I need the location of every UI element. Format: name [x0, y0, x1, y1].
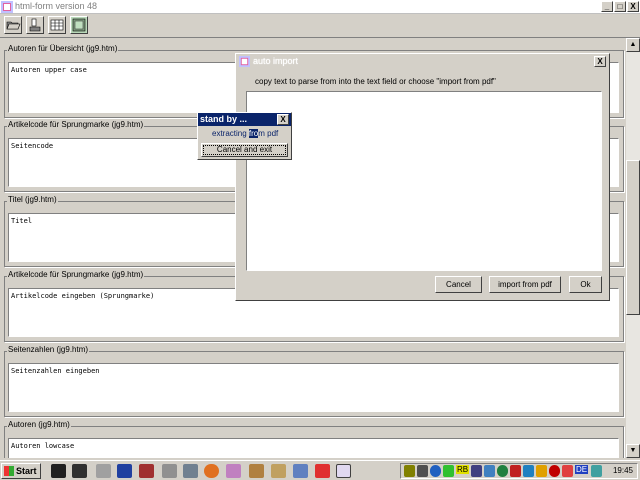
- app-icon[interactable]: [249, 464, 264, 478]
- console-icon[interactable]: [72, 464, 87, 478]
- field-label: Autoren für Übersicht (jg9.htm): [7, 44, 119, 53]
- tray-app-icon[interactable]: [536, 465, 547, 477]
- ok-button[interactable]: Ok: [569, 276, 602, 293]
- app-icon: [1, 1, 13, 13]
- firefox-icon[interactable]: [204, 464, 219, 478]
- standby-title: stand by ...: [200, 114, 248, 124]
- field-label: Artikelcode für Sprungmarke (jg9.htm): [7, 270, 145, 279]
- status-icon[interactable]: [443, 465, 454, 477]
- status-text-part: extracting: [212, 129, 249, 138]
- minimize-button[interactable]: _: [601, 1, 613, 12]
- app-icon[interactable]: [315, 464, 330, 478]
- export-icon[interactable]: [26, 16, 44, 34]
- text-area[interactable]: Seitenzahlen eingeben: [8, 363, 619, 412]
- table-icon[interactable]: [48, 16, 66, 34]
- start-button[interactable]: Start: [1, 463, 41, 479]
- app-icon[interactable]: [271, 464, 286, 478]
- tray-app-icon[interactable]: [549, 465, 560, 477]
- close-icon[interactable]: X: [594, 56, 606, 67]
- status-text-part: m pdf: [258, 129, 279, 138]
- cancel-and-exit-button[interactable]: Cancel and exit: [201, 143, 288, 157]
- field-label: Seitenzahlen (jg9.htm): [7, 345, 90, 354]
- scroll-up-icon[interactable]: ▲: [626, 38, 640, 52]
- tray-app-icon[interactable]: [417, 465, 428, 477]
- field-group: Autoren (jg9.htm) Autoren lowcase: [4, 420, 624, 458]
- text-area[interactable]: Autoren lowcase: [8, 438, 619, 458]
- tray-app-icon[interactable]: [510, 465, 521, 477]
- app-icon[interactable]: [183, 464, 198, 478]
- import-text-field[interactable]: [246, 91, 602, 271]
- toolbar: [0, 14, 640, 38]
- auto-import-message: copy text to parse from into the text fi…: [255, 77, 496, 86]
- tools-icon[interactable]: [162, 464, 177, 478]
- tray-app-icon[interactable]: [523, 465, 534, 477]
- field-group: Seitenzahlen (jg9.htm) Seitenzahlen eing…: [4, 345, 624, 417]
- standby-dialog: stand by ... X extracting from pdf Cance…: [197, 112, 292, 160]
- tray-label[interactable]: RB: [456, 465, 470, 474]
- scroll-thumb[interactable]: [626, 160, 640, 315]
- window-title-bar[interactable]: html-form version 48 _ □ X: [0, 0, 640, 14]
- tray-app-icon[interactable]: [562, 465, 573, 477]
- field-label: Artikelcode für Sprungmarke (jg9.htm): [7, 120, 145, 129]
- auto-import-title-bar[interactable]: auto import X: [236, 54, 609, 69]
- open-folder-icon[interactable]: [4, 16, 22, 34]
- close-button[interactable]: X: [627, 1, 639, 12]
- globe-icon[interactable]: [430, 465, 441, 477]
- html-form-icon[interactable]: [226, 464, 241, 478]
- clock: 19:45: [612, 466, 633, 475]
- system-tray: RB DE 19:45: [400, 463, 638, 479]
- status-text-selection: fro: [248, 129, 259, 138]
- windows-logo-icon: [4, 466, 14, 476]
- vertical-scrollbar[interactable]: ▲ ▼: [626, 38, 640, 458]
- field-label: Titel (jg9.htm): [7, 195, 58, 204]
- taskbar: Start RB DE 19:45: [0, 460, 640, 480]
- app-icon[interactable]: [139, 464, 154, 478]
- tray-app-icon[interactable]: [484, 465, 495, 477]
- image-frame-icon[interactable]: [70, 16, 88, 34]
- start-label: Start: [16, 466, 37, 476]
- auto-import-dialog: auto import X copy text to parse from in…: [235, 53, 610, 301]
- html-form-icon[interactable]: [336, 464, 351, 478]
- tray-app-icon[interactable]: [591, 465, 602, 477]
- maximize-button[interactable]: □: [614, 1, 626, 12]
- save-icon[interactable]: [117, 464, 132, 478]
- standby-title-bar[interactable]: stand by ... X: [198, 113, 291, 126]
- standby-status-text: extracting from pdf: [212, 129, 278, 138]
- app-icon: [239, 56, 250, 67]
- console-icon[interactable]: [51, 464, 66, 478]
- close-icon[interactable]: X: [277, 114, 289, 125]
- field-label: Autoren (jg9.htm): [7, 420, 71, 429]
- auto-import-title: auto import: [253, 56, 299, 66]
- settings-icon[interactable]: [96, 464, 111, 478]
- tray-app-icon[interactable]: [497, 465, 508, 477]
- app-icon[interactable]: [293, 464, 308, 478]
- window-title: html-form version 48: [15, 1, 98, 11]
- import-from-pdf-button[interactable]: import from pdf: [489, 276, 561, 293]
- cancel-button[interactable]: Cancel: [435, 276, 482, 293]
- scroll-down-icon[interactable]: ▼: [626, 444, 640, 458]
- language-indicator[interactable]: DE: [575, 465, 589, 474]
- network-icon[interactable]: [471, 465, 482, 477]
- volume-icon[interactable]: [404, 465, 415, 477]
